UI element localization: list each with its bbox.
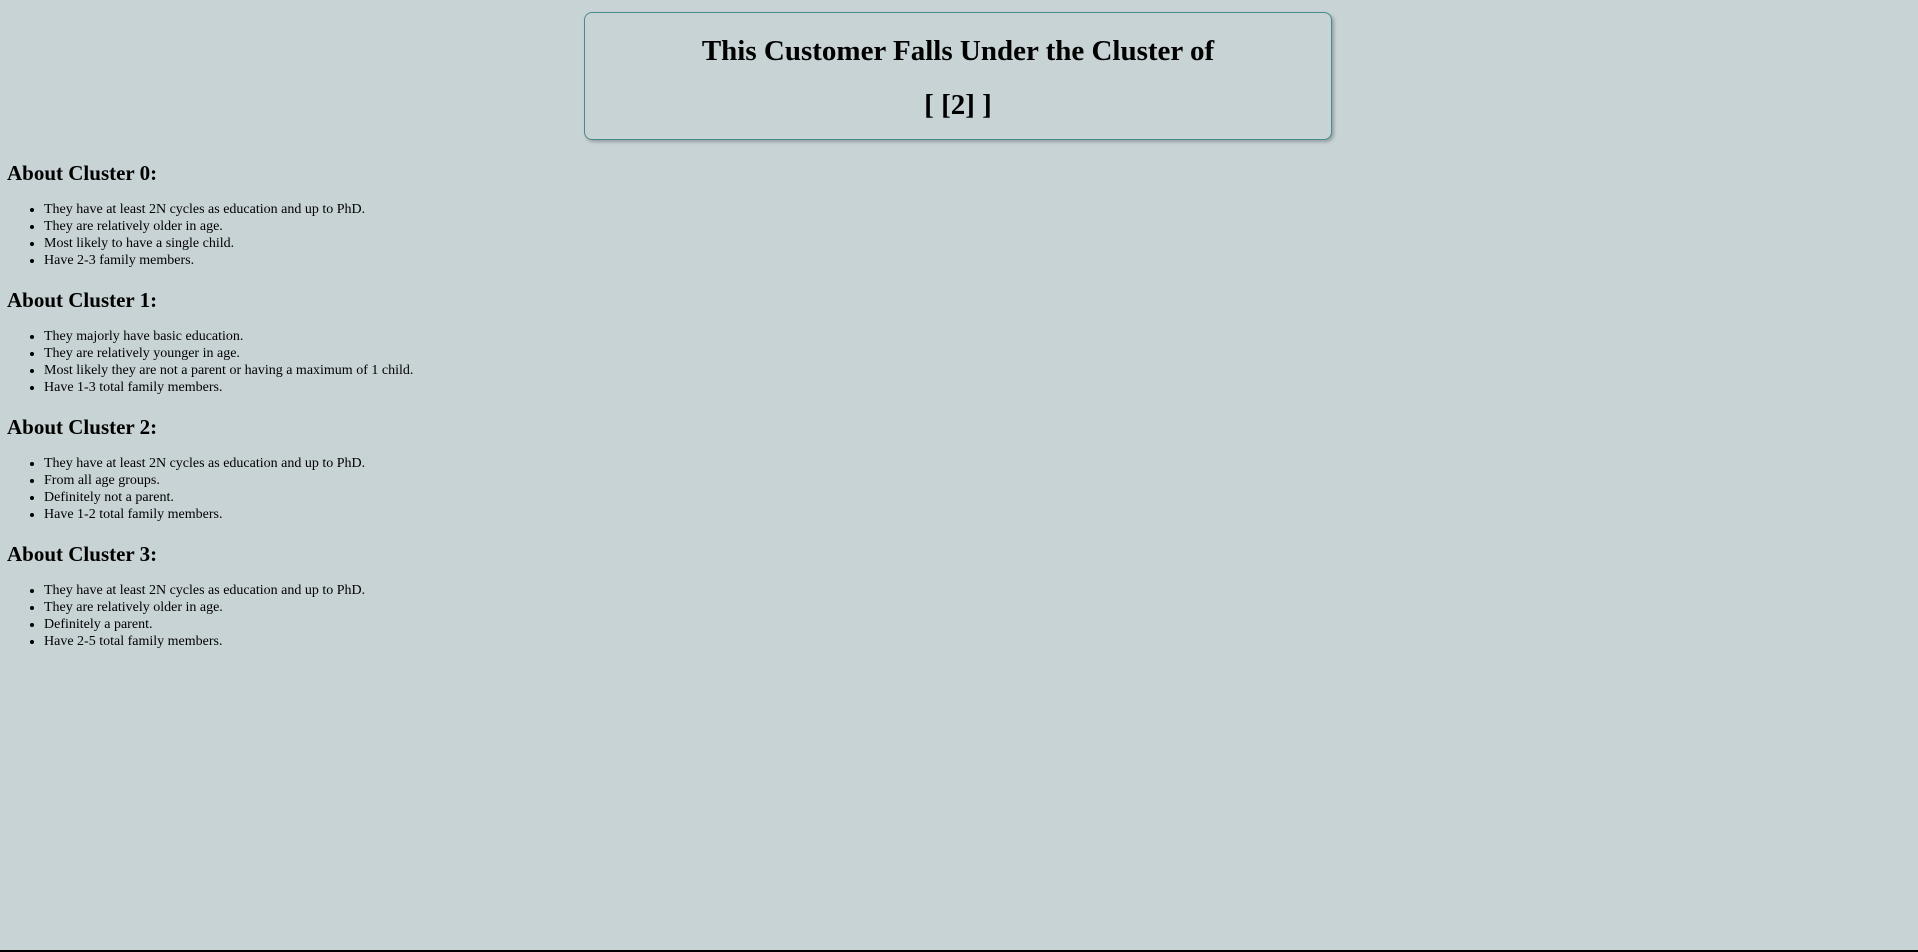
cluster-section-1: About Cluster 1: They majorly have basic…: [7, 282, 413, 396]
list-item: They majorly have basic education.: [44, 328, 413, 345]
result-cluster-value: [ [2] ]: [924, 89, 992, 121]
cluster-descriptions: About Cluster 0: They have at least 2N c…: [7, 155, 413, 663]
list-item: Most likely they are not a parent or hav…: [44, 362, 413, 379]
cluster-section-3: About Cluster 3: They have at least 2N c…: [7, 536, 413, 650]
cluster-result-box: This Customer Falls Under the Cluster of…: [584, 12, 1332, 140]
cluster-heading: About Cluster 1:: [7, 288, 158, 312]
list-item: They are relatively younger in age.: [44, 345, 413, 362]
cluster-heading: About Cluster 2:: [7, 415, 158, 439]
cluster-heading: About Cluster 3:: [7, 542, 158, 566]
cluster-feature-list: They majorly have basic education. They …: [7, 328, 413, 396]
cluster-feature-list: They have at least 2N cycles as educatio…: [7, 455, 413, 523]
list-item: They have at least 2N cycles as educatio…: [44, 455, 413, 472]
list-item: Have 2-5 total family members.: [44, 633, 413, 650]
cluster-section-2: About Cluster 2: They have at least 2N c…: [7, 409, 413, 523]
result-title: This Customer Falls Under the Cluster of: [701, 35, 1215, 67]
list-item: Definitely a parent.: [44, 616, 413, 633]
list-item: Have 1-2 total family members.: [44, 506, 413, 523]
cluster-feature-list: They have at least 2N cycles as educatio…: [7, 201, 413, 269]
list-item: Have 1-3 total family members.: [44, 379, 413, 396]
list-item: They are relatively older in age.: [44, 599, 413, 616]
list-item: From all age groups.: [44, 472, 413, 489]
list-item: Most likely to have a single child.: [44, 235, 413, 252]
list-item: They have at least 2N cycles as educatio…: [44, 582, 413, 599]
list-item: They have at least 2N cycles as educatio…: [44, 201, 413, 218]
cluster-section-0: About Cluster 0: They have at least 2N c…: [7, 155, 413, 269]
list-item: Have 2-3 family members.: [44, 252, 413, 269]
list-item: Definitely not a parent.: [44, 489, 413, 506]
list-item: They are relatively older in age.: [44, 218, 413, 235]
cluster-heading: About Cluster 0:: [7, 161, 158, 185]
cluster-feature-list: They have at least 2N cycles as educatio…: [7, 582, 413, 650]
